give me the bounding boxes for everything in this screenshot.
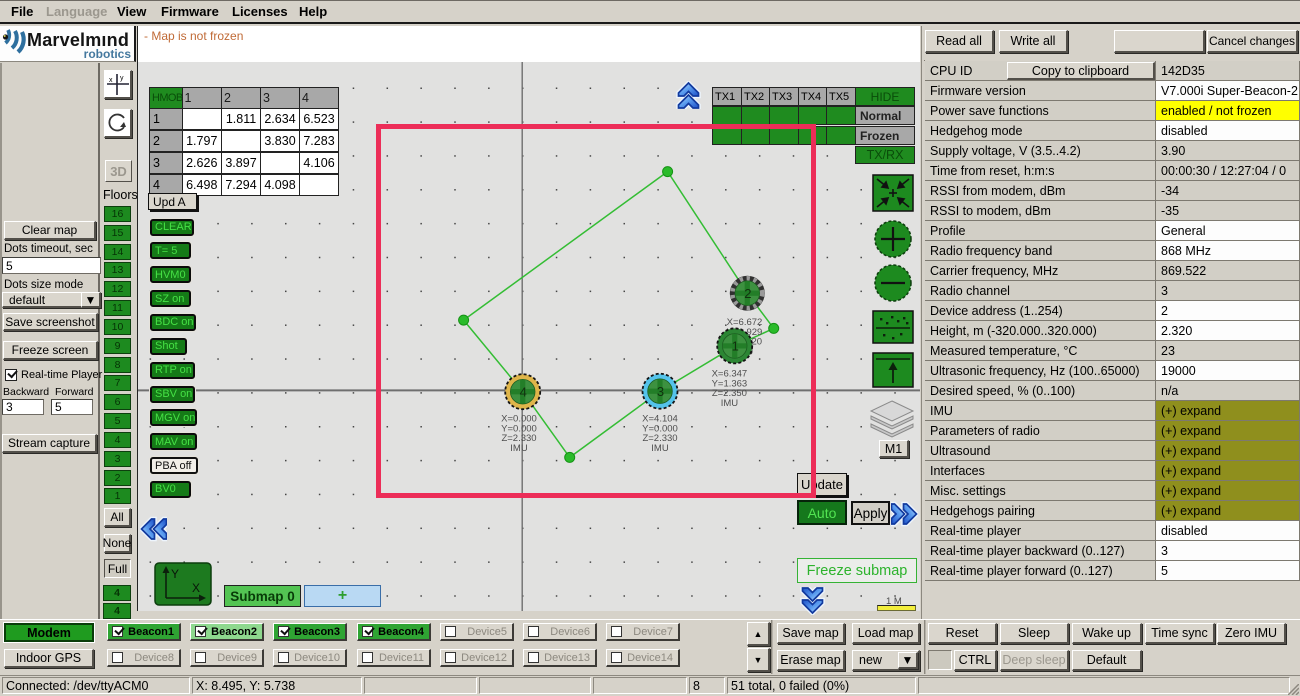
svg-text:X: X xyxy=(192,581,200,595)
svg-text:Y: Y xyxy=(171,567,179,581)
svg-text:x: x xyxy=(109,77,113,84)
svg-text:y: y xyxy=(120,75,124,82)
